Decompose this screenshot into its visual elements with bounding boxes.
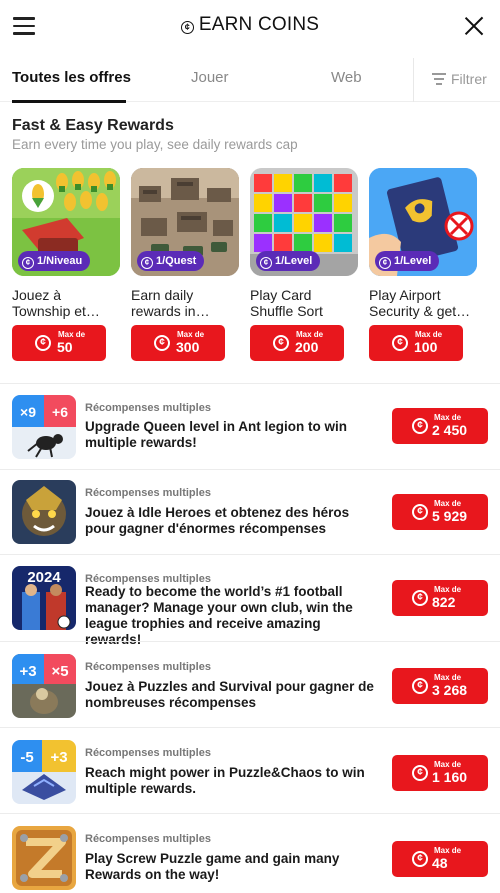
filter-icon: [432, 73, 446, 85]
offer-category: Récompenses multiples: [85, 833, 211, 845]
reward-card[interactable]: ¢1/Level Play Card Shuffle Sort everyday…: [250, 168, 360, 361]
offer-title: Jouez à Idle Heroes et obtenez des héros…: [85, 505, 350, 536]
coin-icon: ¢: [141, 257, 153, 269]
active-tab-indicator: [12, 100, 126, 103]
offer-row[interactable]: ×9 +6 Récompenses multiples Upgrade Quee…: [0, 385, 500, 471]
reward-card[interactable]: ¢ 1/Quest Earn daily rewards in… ¢ Max de…: [131, 168, 241, 361]
divider: [0, 383, 500, 384]
offer-title: Play Screw Puzzle game and gain many Rew…: [85, 851, 340, 882]
airport-security-icon: ¢ 1/Level: [369, 168, 477, 276]
strategy-war-game-icon: ¢ 1/Quest: [131, 168, 239, 276]
idle-heroes-icon: [12, 480, 76, 544]
tab-divider: [413, 58, 414, 102]
coin-icon: ¢: [412, 851, 428, 867]
svg-text:-5: -5: [20, 749, 33, 766]
coin-icon: ¢: [412, 590, 428, 606]
coin-icon: ¢: [260, 257, 272, 269]
offer-title: Reach might power in Puzzle&Chaos to win…: [85, 765, 365, 796]
reward-button[interactable]: ¢ Max de 1 160: [392, 755, 488, 791]
offer-row[interactable]: Récompenses multiples Jouez à Idle Heroe…: [0, 470, 500, 556]
offer-row[interactable]: -5 +3 Récompenses multiples Reach might …: [0, 728, 500, 814]
football-manager-icon: 2024: [12, 566, 76, 630]
offer-title: Ready to become the world’s #1 football …: [85, 584, 353, 647]
page-title-wrap: ¢ EARN COINS: [0, 14, 500, 36]
reward-button[interactable]: ¢ Max de 200: [250, 325, 344, 361]
coin-icon: ¢: [22, 257, 34, 269]
svg-text:+3: +3: [50, 749, 67, 766]
coin-icon: ¢: [379, 257, 391, 269]
reward-button[interactable]: ¢ Max de 50: [12, 325, 106, 361]
coin-icon: ¢: [154, 335, 170, 351]
coin-icon: ¢: [412, 765, 428, 781]
coin-icon: ¢: [392, 335, 408, 351]
card-name: Play Card Shuffle Sort everyday to…: [250, 287, 323, 319]
tab-web[interactable]: Web: [331, 69, 362, 86]
section-title: Fast & Easy Rewards: [12, 117, 174, 134]
offer-title: Upgrade Queen level in Ant legion to win…: [85, 419, 348, 450]
close-icon[interactable]: [464, 16, 484, 36]
offer-row[interactable]: Récompenses multiples Play Screw Puzzle …: [0, 814, 500, 893]
offer-category: Récompenses multiples: [85, 747, 211, 759]
badge: ¢ 1/Niveau: [18, 251, 91, 271]
card-name: Jouez à Township et…: [12, 287, 100, 319]
svg-text:2024: 2024: [27, 569, 61, 586]
puzzles-survival-icon: +3 ×5: [12, 654, 76, 718]
reward-card[interactable]: ¢ 1/Niveau Jouez à Township et… ¢ Max de …: [12, 168, 122, 361]
reward-button[interactable]: ¢ Max de 822: [392, 580, 488, 616]
reward-button[interactable]: ¢ Max de 3 268: [392, 668, 488, 704]
reward-button[interactable]: ¢ Max de 100: [369, 325, 463, 361]
page-title: EARN COINS: [198, 14, 320, 35]
coin-icon: ¢: [273, 335, 289, 351]
svg-text:+6: +6: [52, 404, 68, 420]
svg-text:+3: +3: [19, 663, 36, 680]
reward-card[interactable]: ¢ 1/Level Play Airport Security & get… ¢ …: [369, 168, 479, 361]
filter-button[interactable]: Filtrer: [432, 71, 487, 87]
offer-category: Récompenses multiples: [85, 661, 211, 673]
svg-text:×9: ×9: [20, 404, 36, 420]
reward-button[interactable]: ¢ Max de 48: [392, 841, 488, 877]
reward-button[interactable]: ¢ Max de 5 929: [392, 494, 488, 530]
card-shuffle-sort-icon: ¢ 1/Level: [250, 168, 358, 276]
tab-play[interactable]: Jouer: [191, 69, 229, 86]
ant-legion-icon: ×9 +6: [12, 395, 76, 459]
top-bar: ¢ EARN COINS: [0, 0, 500, 54]
coin-icon: ¢: [412, 418, 428, 434]
offer-row[interactable]: +3 ×5 Récompenses multiples Jouez à Puzz…: [0, 642, 500, 728]
offer-title: Jouez à Puzzles and Survival pour gagner…: [85, 679, 374, 710]
card-name: Play Airport Security & get…: [369, 287, 471, 319]
coin-icon: ¢: [412, 504, 428, 520]
badge: ¢ 1/Quest: [137, 251, 205, 271]
card-name: Earn daily rewards in…: [131, 287, 210, 319]
offer-category: Récompenses multiples: [85, 487, 211, 499]
offer-row[interactable]: 2024 Récompenses multiples Ready to beco…: [0, 556, 500, 647]
coin-icon: ¢: [412, 678, 428, 694]
screw-puzzle-icon: [12, 826, 76, 890]
divider: [0, 554, 500, 555]
tab-bar: Toutes les offres Jouer Web Filtrer: [0, 58, 500, 103]
section-subtitle: Earn every time you play, see daily rewa…: [12, 137, 298, 152]
coin-icon: ¢: [35, 335, 51, 351]
offer-category: Récompenses multiples: [85, 402, 211, 414]
puzzle-chaos-icon: -5 +3: [12, 740, 76, 804]
tab-all-offers[interactable]: Toutes les offres: [12, 69, 131, 86]
svg-text:×5: ×5: [51, 663, 68, 680]
reward-button[interactable]: ¢ Max de 2 450: [392, 408, 488, 444]
badge: ¢ 1/Level: [256, 251, 321, 271]
township-farm-icon: ¢ 1/Niveau: [12, 168, 120, 276]
filter-label: Filtrer: [451, 71, 487, 87]
coin-icon: ¢: [180, 21, 194, 34]
reward-button[interactable]: ¢ Max de 300: [131, 325, 225, 361]
badge: ¢ 1/Level: [375, 251, 440, 271]
